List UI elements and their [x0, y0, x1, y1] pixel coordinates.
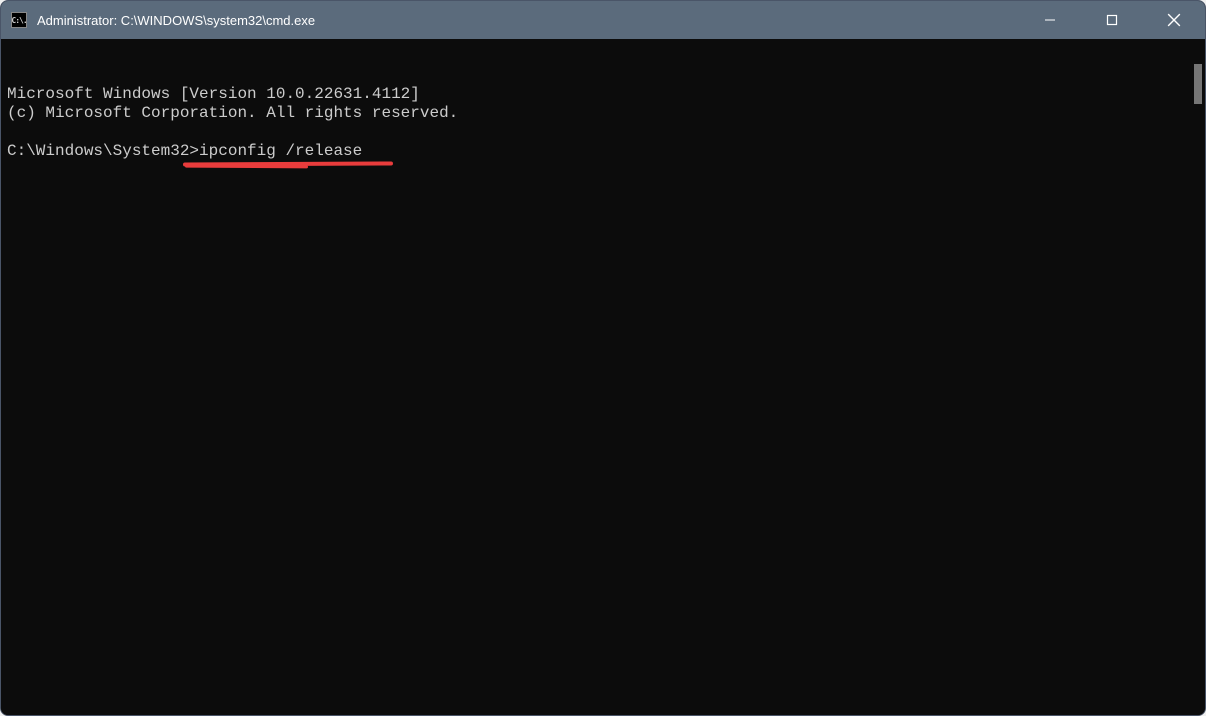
scrollbar-track[interactable]	[1190, 40, 1204, 710]
version-line: Microsoft Windows [Version 10.0.22631.41…	[7, 85, 420, 103]
command-input[interactable]: ipconfig /release	[199, 142, 362, 160]
window-title: Administrator: C:\WINDOWS\system32\cmd.e…	[37, 13, 1019, 28]
terminal-content: Microsoft Windows [Version 10.0.22631.41…	[7, 85, 1199, 218]
window-controls	[1019, 1, 1205, 39]
prompt: C:\Windows\System32>	[7, 142, 199, 160]
maximize-icon	[1106, 14, 1118, 26]
minimize-button[interactable]	[1019, 1, 1081, 39]
minimize-icon	[1044, 14, 1056, 26]
scrollbar-thumb[interactable]	[1194, 64, 1202, 104]
titlebar[interactable]: C:\. Administrator: C:\WINDOWS\system32\…	[1, 1, 1205, 39]
cmd-icon: C:\.	[11, 12, 27, 28]
terminal-body[interactable]: Microsoft Windows [Version 10.0.22631.41…	[1, 39, 1205, 715]
underline-annotation-2	[185, 165, 308, 169]
close-icon	[1167, 13, 1181, 27]
close-button[interactable]	[1143, 1, 1205, 39]
copyright-line: (c) Microsoft Corporation. All rights re…	[7, 104, 458, 122]
maximize-button[interactable]	[1081, 1, 1143, 39]
cmd-window: C:\. Administrator: C:\WINDOWS\system32\…	[0, 0, 1206, 716]
